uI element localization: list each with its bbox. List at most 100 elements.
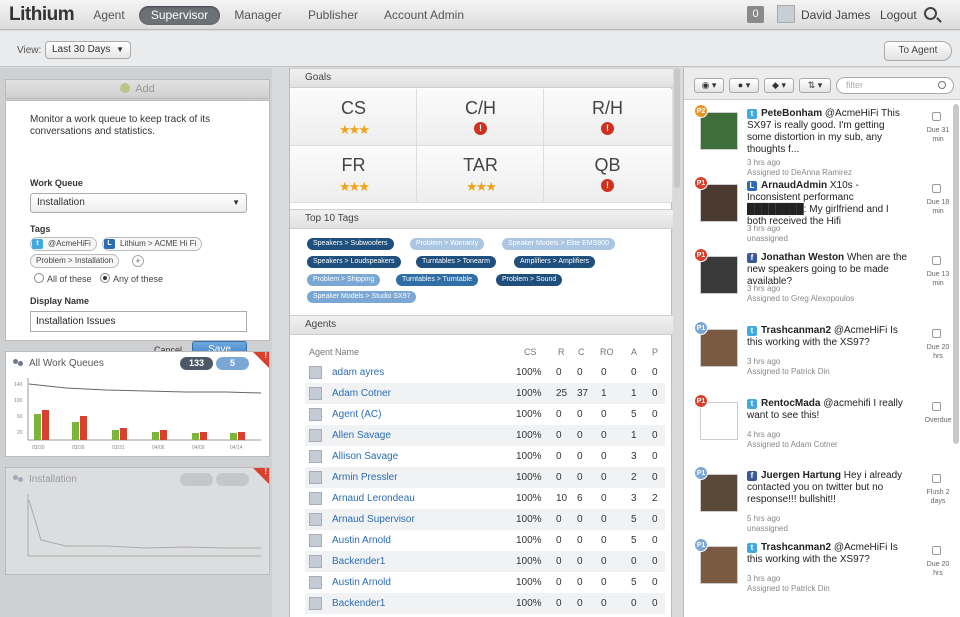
col-c[interactable]: C: [578, 347, 585, 357]
ticket-author[interactable]: Juergen Hartung: [761, 470, 841, 481]
ticket-author[interactable]: Jonathan Weston: [761, 252, 844, 263]
ticket-item[interactable]: P1 t Trashcanman2 @AcmeHiFi Is this workin…: [694, 321, 949, 396]
agent-name-link[interactable]: Austin Arnold: [332, 577, 391, 588]
agent-name-link[interactable]: Armin Pressler: [332, 472, 398, 483]
tag-cloud-item[interactable]: Speaker Models > Studio SX97: [307, 291, 417, 303]
scrollbar[interactable]: [674, 68, 680, 188]
tab-account-admin[interactable]: Account Admin: [378, 6, 470, 25]
all-work-queues-card[interactable]: All Work Queues 133 5 ! 140 100 60 20 03/20…: [5, 351, 270, 457]
goal-tar[interactable]: TAR ★★★: [417, 146, 544, 203]
col-ro[interactable]: RO: [600, 347, 614, 357]
ticket-text[interactable]: PeteBonham @AcmeHiFi This SX97 is really…: [747, 108, 907, 156]
tab-publisher[interactable]: Publisher: [303, 6, 363, 25]
ticket-checkbox[interactable]: [932, 112, 941, 121]
ticket-checkbox[interactable]: [932, 256, 941, 265]
agent-name-link[interactable]: Allison Savage: [332, 451, 398, 462]
tag-filter-button[interactable]: ◆ ▾: [764, 78, 794, 93]
ticket-item[interactable]: P1 f Juergen Hartung Hey i already contact…: [694, 466, 949, 541]
ticket-author[interactable]: RentocMada: [761, 398, 820, 409]
author-avatar[interactable]: [700, 402, 738, 440]
ticket-author[interactable]: PeteBonham: [761, 108, 822, 119]
installation-queue-card[interactable]: Installation !: [5, 467, 270, 575]
table-row[interactable]: Arnaud Lerondeau 100% 10 6 0 3 2: [305, 488, 665, 509]
ticket-item[interactable]: P1 t Trashcanman2 @AcmeHiFi Is this workin…: [694, 538, 949, 613]
table-row[interactable]: Allison Savage 100% 0 0 0 3 0: [305, 446, 665, 467]
ticket-item[interactable]: P1 t RentocMada @acmehifi I really want to…: [694, 394, 951, 469]
agent-name-link[interactable]: Arnaud Lerondeau: [332, 493, 415, 504]
goal-cs[interactable]: CS ★★★: [290, 89, 417, 146]
scrollbar[interactable]: [953, 104, 959, 444]
table-row[interactable]: Backender1 100% 0 0 0 0 0: [305, 593, 665, 614]
ticket-author[interactable]: Trashcanman2: [761, 542, 831, 553]
col-r[interactable]: R: [558, 347, 565, 357]
ticket-item[interactable]: P1 L ArnaudAdmin X10s - Inconsistent perfo…: [694, 176, 949, 251]
tag-cloud-item[interactable]: Problem > Shipping: [307, 274, 381, 286]
ticket-author[interactable]: Trashcanman2: [761, 325, 831, 336]
col-cs[interactable]: CS: [524, 347, 537, 357]
ticket-text[interactable]: Trashcanman2 @AcmeHiFi Is this working w…: [747, 542, 907, 566]
ticket-text[interactable]: Juergen Hartung Hey i already contacted …: [747, 470, 907, 506]
notification-badge[interactable]: 0: [747, 6, 764, 23]
ticket-checkbox[interactable]: [932, 402, 941, 411]
table-row[interactable]: Austin Arnold 100% 0 0 0 5 0: [305, 572, 665, 593]
view-range-select[interactable]: Last 30 Days: [45, 41, 131, 59]
agent-name-link[interactable]: Adam Cotner: [332, 388, 391, 399]
table-row[interactable]: Adam Cotner 100% 25 37 1 1 0: [305, 383, 665, 404]
table-row[interactable]: Austin Arnold 100% 0 0 0 5 0: [305, 530, 665, 551]
table-row[interactable]: adam ayres 100% 0 0 0 0 0: [305, 362, 665, 383]
ticket-checkbox[interactable]: [932, 546, 941, 555]
ticket-checkbox[interactable]: [932, 474, 941, 483]
ticket-text[interactable]: RentocMada @acmehifi I really want to se…: [747, 398, 907, 422]
ticket-text[interactable]: Trashcanman2 @AcmeHiFi Is this working w…: [747, 325, 907, 349]
user-name[interactable]: David James: [801, 8, 870, 22]
tag-cloud-item[interactable]: Turntables > Turntable: [396, 274, 478, 286]
tag-cloud-item[interactable]: Speakers > Subwoofers: [307, 238, 394, 250]
goal-ch[interactable]: C/H !: [417, 89, 544, 146]
ticket-checkbox[interactable]: [932, 184, 941, 193]
table-row[interactable]: Agent (AC) 100% 0 0 0 5 0: [305, 404, 665, 425]
radio-all[interactable]: [34, 273, 44, 283]
goal-rh[interactable]: R/H !: [544, 89, 673, 146]
user-avatar[interactable]: [777, 5, 795, 23]
assignee-filter-button[interactable]: ● ▾: [729, 78, 759, 93]
lithium-logo[interactable]: Lithium: [9, 4, 75, 26]
agent-name-link[interactable]: Backender1: [332, 556, 385, 567]
ticket-item[interactable]: P1 f Jonathan Weston When are the new spea…: [694, 248, 949, 323]
col-a[interactable]: A: [631, 347, 637, 357]
goal-fr[interactable]: FR ★★★: [290, 146, 417, 203]
agent-name-link[interactable]: adam ayres: [332, 367, 384, 378]
tag-cloud-item[interactable]: Speaker Models > Elite EMS900: [502, 238, 615, 250]
search-icon[interactable]: [924, 7, 937, 20]
add-tag-icon[interactable]: +: [132, 255, 144, 267]
tag-cloud-item[interactable]: Speakers > Loudspeakers: [307, 256, 401, 268]
tab-supervisor[interactable]: Supervisor: [139, 6, 220, 25]
tab-manager[interactable]: Manager: [228, 6, 288, 25]
ticket-author[interactable]: ArnaudAdmin: [761, 180, 827, 191]
logout-link[interactable]: Logout: [880, 8, 917, 22]
table-row[interactable]: Allen Savage 100% 0 0 0 1 0: [305, 425, 665, 446]
table-row[interactable]: Backender1 100% 0 0 0 0 0: [305, 551, 665, 572]
ticket-item[interactable]: P2 t PeteBonham @AcmeHiFi This SX97 is rea…: [694, 104, 949, 179]
display-name-input[interactable]: Installation Issues: [30, 311, 247, 332]
author-avatar[interactable]: [700, 474, 738, 512]
agent-name-link[interactable]: Allen Savage: [332, 430, 391, 441]
author-avatar[interactable]: [700, 184, 738, 222]
tab-agent[interactable]: Agent: [86, 6, 132, 25]
work-queue-select[interactable]: Installation: [30, 193, 247, 213]
agent-name-link[interactable]: Arnaud Supervisor: [332, 514, 415, 525]
goal-qb[interactable]: QB !: [544, 146, 673, 203]
col-p[interactable]: P: [652, 347, 658, 357]
table-row[interactable]: Armin Pressler 100% 0 0 0 2 0: [305, 467, 665, 488]
tag-cloud-item[interactable]: Amplifiers > Amplifiers: [514, 256, 596, 268]
tag-chip-problem[interactable]: Problem > Installation: [30, 254, 120, 268]
ticket-checkbox[interactable]: [932, 329, 941, 338]
tag-cloud-item[interactable]: Problem > Warranty: [410, 238, 485, 250]
table-row[interactable]: Arnaud Supervisor 100% 0 0 0 5 0: [305, 509, 665, 530]
to-agent-button[interactable]: To Agent: [884, 41, 952, 61]
add-queue-button[interactable]: Add: [5, 79, 270, 99]
radio-any[interactable]: [100, 273, 110, 283]
sort-button[interactable]: ⇅ ▾: [799, 78, 831, 93]
ticket-text[interactable]: Jonathan Weston When are the new speaker…: [747, 252, 907, 288]
col-agent-name[interactable]: Agent Name: [309, 347, 359, 357]
tag-chip-lithium[interactable]: L Lithium > ACME Hi Fi: [102, 237, 203, 251]
